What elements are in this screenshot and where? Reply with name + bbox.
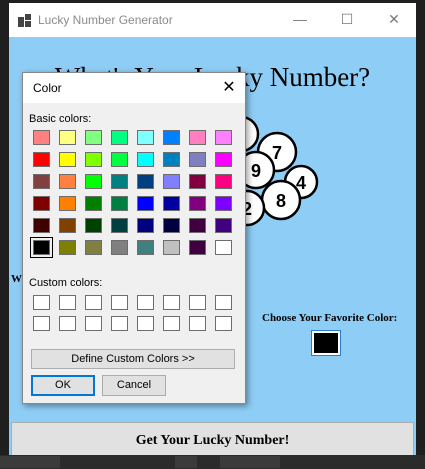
basic-color-swatch[interactable]	[59, 130, 76, 145]
custom-color-swatch[interactable]	[215, 295, 232, 310]
custom-colors-label: Custom colors:	[29, 277, 103, 289]
define-custom-colors-button[interactable]: Define Custom Colors >>	[31, 349, 235, 369]
custom-color-swatch[interactable]	[215, 316, 232, 331]
custom-color-swatch[interactable]	[189, 295, 206, 310]
basic-color-swatch[interactable]	[85, 130, 102, 145]
taskbar-item[interactable]	[175, 456, 197, 468]
basic-color-swatch[interactable]	[33, 218, 50, 233]
basic-color-swatch[interactable]	[33, 196, 50, 211]
maximize-button[interactable]: ☐	[339, 11, 355, 27]
basic-color-swatch[interactable]	[215, 240, 232, 255]
dialog-close-button[interactable]: ✕	[220, 79, 238, 97]
input-label: W	[11, 273, 22, 285]
basic-color-swatch[interactable]	[111, 174, 128, 189]
basic-color-swatch[interactable]	[59, 240, 76, 255]
custom-color-swatch[interactable]	[85, 316, 102, 331]
taskbar-item[interactable]	[220, 456, 280, 468]
cancel-button[interactable]: Cancel	[102, 375, 166, 396]
custom-color-swatch[interactable]	[111, 295, 128, 310]
basic-color-swatch[interactable]	[111, 240, 128, 255]
custom-color-swatch[interactable]	[163, 316, 180, 331]
basic-color-swatch[interactable]	[85, 196, 102, 211]
custom-color-swatch[interactable]	[163, 295, 180, 310]
basic-color-swatch[interactable]	[189, 240, 206, 255]
dialog-title: Color	[33, 81, 62, 95]
selected-color-swatch	[314, 333, 338, 353]
minimize-button[interactable]: —	[292, 11, 308, 27]
close-button[interactable]: ✕	[386, 11, 402, 27]
basic-color-swatch[interactable]	[163, 240, 180, 255]
basic-color-swatch[interactable]	[163, 152, 180, 167]
basic-color-swatch[interactable]	[30, 237, 53, 258]
basic-color-swatch[interactable]	[215, 130, 232, 145]
basic-color-swatch[interactable]	[111, 218, 128, 233]
basic-color-swatch[interactable]	[111, 196, 128, 211]
dialog-title-bar[interactable]: Color ✕	[23, 73, 245, 103]
window-title: Lucky Number Generator	[38, 13, 173, 27]
basic-color-swatch[interactable]	[137, 152, 154, 167]
taskbar	[0, 455, 425, 469]
basic-color-swatch[interactable]	[215, 218, 232, 233]
custom-color-swatch[interactable]	[59, 316, 76, 331]
color-dialog: Color ✕ Basic colors: Custom colors: Def…	[22, 72, 246, 404]
basic-color-swatch[interactable]	[85, 152, 102, 167]
custom-color-swatch[interactable]	[33, 295, 50, 310]
basic-color-swatch[interactable]	[189, 174, 206, 189]
basic-color-swatch[interactable]	[59, 196, 76, 211]
basic-color-swatch[interactable]	[189, 218, 206, 233]
basic-color-swatch[interactable]	[137, 174, 154, 189]
basic-color-swatch[interactable]	[59, 174, 76, 189]
color-picker-button[interactable]	[311, 330, 341, 356]
basic-color-swatch[interactable]	[33, 130, 50, 145]
basic-color-swatch[interactable]	[137, 218, 154, 233]
generate-button[interactable]: Get Your Lucky Number!	[11, 422, 414, 459]
basic-color-swatch[interactable]	[85, 174, 102, 189]
basic-color-swatch[interactable]	[111, 130, 128, 145]
custom-color-swatch[interactable]	[189, 316, 206, 331]
ball-number: 7	[272, 143, 282, 163]
basic-color-swatch[interactable]	[33, 174, 50, 189]
basic-color-swatch[interactable]	[189, 152, 206, 167]
basic-color-swatch[interactable]	[189, 130, 206, 145]
custom-color-swatch[interactable]	[137, 316, 154, 331]
title-bar[interactable]: Lucky Number Generator — ☐ ✕	[9, 3, 416, 36]
custom-color-swatch[interactable]	[85, 295, 102, 310]
basic-color-swatch[interactable]	[85, 218, 102, 233]
basic-color-swatch[interactable]	[111, 152, 128, 167]
basic-color-swatch[interactable]	[163, 130, 180, 145]
app-icon	[18, 14, 31, 27]
ball-number: 4	[296, 173, 306, 193]
basic-color-swatch[interactable]	[215, 196, 232, 211]
basic-color-swatch[interactable]	[189, 196, 206, 211]
basic-color-swatch[interactable]	[215, 152, 232, 167]
custom-color-swatch[interactable]	[33, 316, 50, 331]
basic-color-swatch[interactable]	[85, 240, 102, 255]
ball-number: 9	[251, 161, 261, 181]
basic-color-swatch[interactable]	[33, 152, 50, 167]
basic-color-swatch[interactable]	[59, 152, 76, 167]
basic-color-swatch[interactable]	[137, 196, 154, 211]
taskbar-item[interactable]	[0, 456, 60, 468]
basic-color-swatch[interactable]	[163, 218, 180, 233]
custom-color-swatch[interactable]	[59, 295, 76, 310]
basic-color-swatch[interactable]	[137, 130, 154, 145]
basic-color-swatch[interactable]	[215, 174, 232, 189]
basic-colors-label: Basic colors:	[29, 113, 92, 125]
custom-color-swatch[interactable]	[137, 295, 154, 310]
basic-color-swatch[interactable]	[137, 240, 154, 255]
ball-number: 8	[276, 191, 286, 211]
ok-button[interactable]: OK	[31, 375, 95, 396]
color-label: Choose Your Favorite Color:	[262, 312, 398, 324]
basic-color-swatch[interactable]	[163, 196, 180, 211]
custom-color-swatch[interactable]	[111, 316, 128, 331]
basic-color-swatch[interactable]	[59, 218, 76, 233]
basic-color-swatch[interactable]	[163, 174, 180, 189]
